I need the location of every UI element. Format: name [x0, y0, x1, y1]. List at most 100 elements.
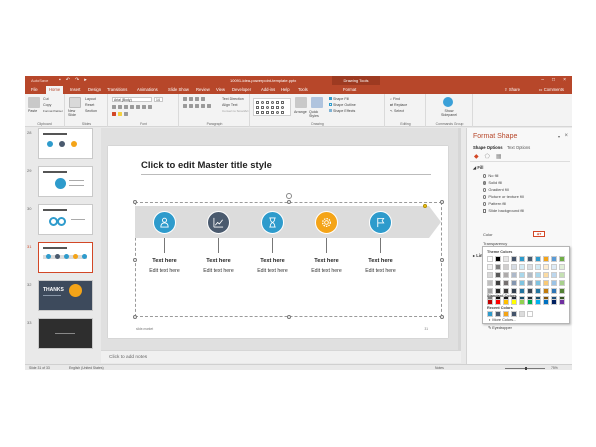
- tab-insert[interactable]: Insert: [70, 87, 80, 92]
- color-swatch[interactable]: [519, 256, 525, 262]
- color-swatch[interactable]: [495, 299, 501, 305]
- underline-icon[interactable]: [124, 105, 128, 109]
- comments-button[interactable]: ▭ Comments: [539, 87, 564, 92]
- zoom-slider-thumb[interactable]: [525, 366, 527, 370]
- show-sidepanel-button[interactable]: Show Sidepanel: [437, 109, 461, 117]
- resize-handle[interactable]: [133, 315, 137, 319]
- color-swatch[interactable]: [519, 311, 525, 317]
- color-swatch[interactable]: [551, 256, 557, 262]
- shape-outline-button[interactable]: Shape Outline: [329, 103, 356, 107]
- color-swatch[interactable]: [559, 299, 565, 305]
- color-swatch[interactable]: [519, 288, 525, 294]
- tab-home[interactable]: Home: [46, 86, 64, 94]
- decrease-indent-icon[interactable]: [195, 97, 199, 101]
- start-from-beginning-icon[interactable]: ▸: [84, 77, 87, 83]
- step-heading[interactable]: Text here: [190, 258, 247, 264]
- font-size-box[interactable]: 14: [154, 97, 163, 102]
- picture-fill-option[interactable]: Picture or texture fill: [483, 194, 524, 199]
- adjust-handle[interactable]: [423, 204, 427, 208]
- color-swatch[interactable]: [535, 280, 541, 286]
- tab-animations[interactable]: Animations: [137, 87, 158, 92]
- paste-icon[interactable]: [28, 97, 40, 108]
- slide-scrollbar[interactable]: [458, 128, 461, 350]
- fill-line-icon[interactable]: ◆: [474, 153, 479, 160]
- slide-thumbnail-28[interactable]: [38, 128, 93, 159]
- rotate-handle[interactable]: [286, 193, 292, 199]
- color-swatch[interactable]: [535, 256, 541, 262]
- align-right-icon[interactable]: [195, 104, 199, 108]
- checkbox-slide-bg-fill[interactable]: [483, 209, 487, 213]
- color-swatch[interactable]: [543, 256, 549, 262]
- align-center-icon[interactable]: [189, 104, 193, 108]
- columns-icon[interactable]: [207, 104, 211, 108]
- color-swatch[interactable]: [519, 272, 525, 278]
- bold-icon[interactable]: [112, 105, 116, 109]
- autosave-toggle[interactable]: AutoSave: [31, 78, 48, 83]
- slide-title[interactable]: Click to edit Master title style: [141, 160, 272, 171]
- color-swatch[interactable]: [551, 288, 557, 294]
- color-swatch[interactable]: [543, 288, 549, 294]
- slide-thumbnail-30[interactable]: [38, 204, 93, 235]
- color-swatch[interactable]: [519, 299, 525, 305]
- undo-icon[interactable]: ↶: [66, 77, 70, 83]
- redo-icon[interactable]: ↷: [75, 77, 79, 83]
- pattern-fill-option[interactable]: Pattern fill: [483, 201, 506, 206]
- color-swatch[interactable]: [527, 256, 533, 262]
- tab-view[interactable]: View: [216, 87, 225, 92]
- share-button[interactable]: ⇪ Share: [504, 87, 520, 92]
- copy-button[interactable]: Copy: [43, 103, 51, 107]
- change-case-icon[interactable]: [148, 105, 152, 109]
- color-swatch[interactable]: [543, 299, 549, 305]
- increase-indent-icon[interactable]: [201, 97, 205, 101]
- shape-effects-button[interactable]: Shape Effects: [329, 109, 355, 113]
- step-body[interactable]: Edit text here: [190, 268, 247, 274]
- tab-slide-show[interactable]: Slide Show: [168, 87, 189, 92]
- color-swatch[interactable]: [495, 272, 501, 278]
- color-swatch[interactable]: [527, 264, 533, 270]
- eyedropper-link[interactable]: ✎ Eyedropper: [488, 325, 512, 330]
- color-swatch[interactable]: [551, 299, 557, 305]
- tab-developer[interactable]: Developer: [232, 87, 251, 92]
- resize-handle[interactable]: [133, 200, 137, 204]
- timeline-step[interactable]: Text here Edit text here: [136, 211, 196, 291]
- language-status[interactable]: English (United States): [69, 366, 104, 370]
- color-swatch[interactable]: [503, 311, 509, 317]
- convert-smartart-button[interactable]: Convert to SmartArt: [222, 109, 249, 113]
- close-icon[interactable]: ×: [564, 133, 568, 139]
- minimize-icon[interactable]: –: [541, 77, 544, 83]
- color-swatch[interactable]: [487, 311, 493, 317]
- resize-handle[interactable]: [440, 200, 444, 204]
- step-body[interactable]: Edit text here: [244, 268, 301, 274]
- color-swatch[interactable]: [527, 311, 533, 317]
- tab-format[interactable]: Format: [343, 87, 356, 92]
- color-swatch[interactable]: [495, 280, 501, 286]
- pane-options-icon[interactable]: ▾: [558, 134, 560, 139]
- resize-handle[interactable]: [440, 258, 444, 262]
- color-swatch[interactable]: [551, 272, 557, 278]
- paste-button[interactable]: Paste: [28, 109, 37, 113]
- color-swatch[interactable]: [535, 299, 541, 305]
- numbering-icon[interactable]: [189, 97, 193, 101]
- color-swatch[interactable]: [511, 299, 517, 305]
- new-slide-icon[interactable]: [69, 97, 81, 108]
- justify-icon[interactable]: [201, 104, 205, 108]
- color-swatch[interactable]: [527, 299, 533, 305]
- fill-section-header[interactable]: ◢ Fill: [473, 165, 483, 170]
- size-properties-icon[interactable]: ▦: [496, 153, 502, 160]
- color-swatch[interactable]: [543, 272, 549, 278]
- color-swatch[interactable]: [495, 256, 501, 262]
- color-swatch[interactable]: [527, 288, 533, 294]
- maximize-icon[interactable]: □: [552, 77, 555, 83]
- color-swatch[interactable]: [519, 264, 525, 270]
- timeline-step[interactable]: Text here Edit text here: [244, 211, 304, 291]
- align-left-icon[interactable]: [183, 104, 187, 108]
- cut-button[interactable]: Cut: [43, 97, 49, 101]
- color-swatch[interactable]: [487, 299, 493, 305]
- slide-bg-fill-option[interactable]: Slide background fill: [483, 208, 524, 213]
- color-swatch[interactable]: [487, 256, 493, 262]
- slide-thumbnail-31[interactable]: [38, 242, 93, 273]
- new-slide-button[interactable]: New Slide: [68, 109, 84, 117]
- color-swatch[interactable]: [543, 280, 549, 286]
- color-swatch[interactable]: [511, 272, 517, 278]
- highlight-icon[interactable]: [118, 112, 122, 116]
